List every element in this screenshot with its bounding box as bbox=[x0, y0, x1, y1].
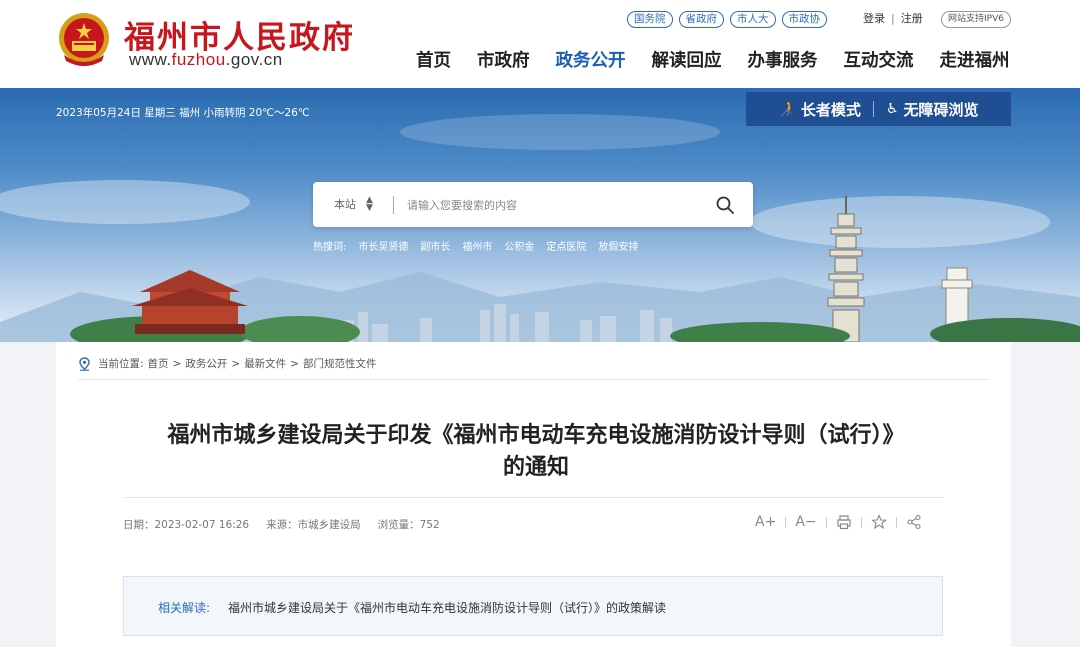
hot-word[interactable]: 福州市 bbox=[462, 238, 492, 253]
article-card: 当前位置: 首页 > 政务公开 > 最新文件 > 部门规范性文件 福州市城乡建设… bbox=[56, 342, 1011, 647]
accessible-browse-button[interactable]: ♿ 无障碍浏览 bbox=[886, 99, 979, 120]
article-meta: 日期：2023-02-07 16:26 来源：市城乡建设局 浏览量：752 bbox=[123, 517, 440, 532]
auth-separator: | bbox=[891, 12, 895, 25]
breadcrumb: 当前位置: 首页 > 政务公开 > 最新文件 > 部门规范性文件 bbox=[78, 356, 376, 371]
font-decrease-button[interactable]: A− bbox=[795, 514, 816, 530]
ipv6-badge: 网站支持IPV6 bbox=[941, 11, 1011, 28]
breadcrumb-home[interactable]: 首页 bbox=[148, 356, 169, 371]
search-scope-label: 本站 bbox=[334, 198, 356, 211]
hot-word[interactable]: 放假安排 bbox=[598, 238, 638, 253]
breadcrumb-divider bbox=[78, 379, 988, 380]
nav-city-gov[interactable]: 市政府 bbox=[477, 47, 530, 75]
print-icon[interactable] bbox=[836, 514, 852, 530]
hot-word[interactable]: 公积金 bbox=[504, 238, 534, 253]
tool-separator bbox=[895, 516, 897, 528]
nav-about-fuzhou[interactable]: 走进福州 bbox=[940, 47, 1010, 75]
share-icon[interactable] bbox=[906, 514, 922, 530]
national-emblem-icon[interactable] bbox=[56, 11, 112, 69]
search-scope-select[interactable]: 本站 ▲ ▼ bbox=[334, 195, 373, 213]
url-brand: fuzhou bbox=[171, 50, 226, 69]
hot-search-label: 热搜词: bbox=[313, 242, 347, 253]
view-count: 浏览量：752 bbox=[377, 519, 440, 531]
tool-separator bbox=[860, 516, 862, 528]
search-box: 本站 ▲ ▼ bbox=[313, 182, 753, 227]
nav-interpretation[interactable]: 解读回应 bbox=[652, 47, 722, 75]
site-url[interactable]: www.fuzhou.gov.cn bbox=[129, 50, 283, 70]
elder-mode-label: 长者模式 bbox=[800, 100, 861, 119]
top-link-npc[interactable]: 市人大 bbox=[730, 11, 776, 28]
wheelchair-icon: ♿ bbox=[885, 101, 899, 117]
search-divider bbox=[393, 196, 394, 214]
related-link[interactable]: 福州市城乡建设局关于《福州市电动车充电设施消防设计导则（试行）》的政策解读 bbox=[228, 599, 666, 616]
login-link[interactable]: 登录 bbox=[863, 11, 885, 27]
related-label: 相关解读: bbox=[158, 601, 211, 615]
auth-links: 登录 | 注册 bbox=[863, 11, 923, 27]
breadcrumb-gov-affairs[interactable]: 政务公开 bbox=[185, 356, 227, 371]
article-title-line1: 福州市城乡建设局关于印发《福州市电动车充电设施消防设计导则（试行）》 bbox=[167, 423, 905, 448]
article-title-line2: 的通知 bbox=[502, 455, 569, 480]
top-link-provincial-gov[interactable]: 省政府 bbox=[678, 11, 724, 28]
meta-divider bbox=[123, 497, 943, 498]
date-weather: 2023年05月24日 星期三 福州 小雨转阴 20℃～26℃ bbox=[56, 107, 310, 119]
hot-search-words: 热搜词: 市长吴贤德 副市长 福州市 公积金 定点医院 放假安排 bbox=[313, 238, 638, 253]
accessible-browse-label: 无障碍浏览 bbox=[903, 100, 979, 119]
article-title: 福州市城乡建设局关于印发《福州市电动车充电设施消防设计导则（试行）》 的通知 bbox=[116, 420, 956, 484]
star-icon[interactable] bbox=[870, 514, 887, 530]
location-pin-icon bbox=[79, 356, 90, 371]
nav-interaction[interactable]: 互动交流 bbox=[844, 47, 914, 75]
related-interpretation: 相关解读: 福州市城乡建设局关于《福州市电动车充电设施消防设计导则（试行）》的政… bbox=[123, 576, 943, 636]
top-links: 国务院 省政府 市人大 市政协 bbox=[627, 11, 827, 28]
tool-separator bbox=[785, 516, 787, 528]
search-icon[interactable] bbox=[715, 195, 735, 215]
mode-divider bbox=[872, 101, 874, 117]
breadcrumb-separator: > bbox=[231, 357, 241, 370]
top-link-state-council[interactable]: 国务院 bbox=[627, 11, 673, 28]
updown-arrow-icon: ▲ ▼ bbox=[366, 195, 373, 213]
search-input[interactable] bbox=[407, 195, 697, 215]
hot-word[interactable]: 定点医院 bbox=[546, 238, 586, 253]
breadcrumb-separator: > bbox=[290, 357, 299, 370]
nav-services[interactable]: 办事服务 bbox=[748, 47, 818, 75]
hot-word[interactable]: 市长吴贤德 bbox=[358, 238, 408, 253]
url-suffix: .gov.cn bbox=[225, 50, 283, 69]
article-tools: A+ A− bbox=[755, 514, 922, 530]
main-nav: 首页 市政府 政务公开 解读回应 办事服务 互动交流 走进福州 bbox=[416, 47, 1010, 75]
elder-mode-button[interactable]: 🧑‍🦯 长者模式 bbox=[778, 99, 860, 120]
site-header: 福州市人民政府 www.fuzhou.gov.cn 国务院 省政府 市人大 市政… bbox=[0, 0, 1080, 90]
breadcrumb-latest-files[interactable]: 最新文件 bbox=[244, 356, 286, 371]
font-increase-button[interactable]: A+ bbox=[755, 514, 776, 530]
breadcrumb-separator: > bbox=[172, 357, 182, 370]
accessibility-bar: 🧑‍🦯 长者模式 ♿ 无障碍浏览 bbox=[746, 92, 1011, 126]
nav-home[interactable]: 首页 bbox=[416, 47, 451, 75]
breadcrumb-label: 当前位置: bbox=[98, 358, 144, 370]
hero-banner: 2023年05月24日 星期三 福州 小雨转阴 20℃～26℃ 🧑‍🦯 长者模式… bbox=[0, 92, 1080, 342]
tool-separator bbox=[825, 516, 827, 528]
register-link[interactable]: 注册 bbox=[901, 11, 923, 27]
nav-gov-affairs[interactable]: 政务公开 bbox=[556, 47, 626, 75]
url-prefix: www. bbox=[129, 50, 172, 69]
hot-word[interactable]: 副市长 bbox=[420, 238, 450, 253]
elder-person-icon: 🧑‍🦯 bbox=[778, 101, 796, 117]
breadcrumb-dept-docs[interactable]: 部门规范性文件 bbox=[303, 356, 377, 371]
publish-date: 日期：2023-02-07 16:26 bbox=[123, 519, 250, 531]
top-link-cppcc[interactable]: 市政协 bbox=[781, 11, 827, 28]
article-source: 来源：市城乡建设局 bbox=[266, 519, 361, 531]
